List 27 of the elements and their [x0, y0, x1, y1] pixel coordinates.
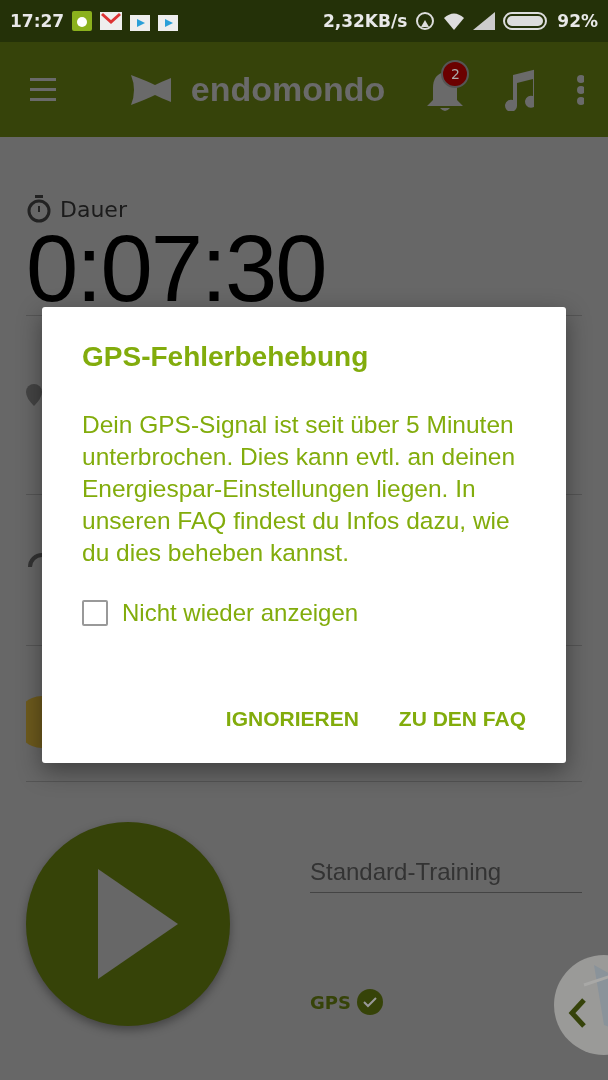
- app-logo: endomondo: [190, 70, 386, 109]
- pin-icon: [26, 384, 42, 406]
- map-button[interactable]: [554, 955, 608, 1055]
- logo-icon: [128, 72, 171, 107]
- sync-icon: [415, 11, 436, 31]
- stopwatch-icon: [26, 195, 52, 223]
- checkbox-label[interactable]: Nicht wieder anzeigen: [122, 599, 359, 627]
- battery-icon: [503, 11, 550, 31]
- duration-value: 0:07:30: [26, 223, 327, 315]
- play-icon: [98, 869, 178, 979]
- dialog-button[interactable]: IGNORIEREN: [225, 703, 359, 735]
- menu-icon[interactable]: [30, 77, 56, 102]
- dialog-message: Dein GPS-Signal ist seit über 5 Minuten unterbrochen. Dies kann evtl. an deinen Energiespar-Einstellungen liegen. In unseren FAQ findest du Infos dazu, wie du dies beheben kannst.: [82, 410, 517, 568]
- wifi-icon: [443, 12, 466, 30]
- app-notification-icon: [72, 11, 93, 31]
- network-speed: 2,32KB/s: [322, 11, 408, 31]
- dialog-title: GPS-Fehlerbehebung: [82, 341, 370, 373]
- status-time: 17:27: [10, 11, 65, 31]
- battery-percent: 92%: [557, 11, 598, 31]
- gps-label: GPS: [310, 991, 351, 1013]
- mail-icon: [100, 12, 123, 30]
- more-options-icon[interactable]: [575, 74, 584, 105]
- signal-icon: [473, 12, 496, 30]
- notification-badge: 2: [441, 59, 470, 88]
- duration-label: Dauer: [60, 196, 127, 222]
- checkbox[interactable]: [82, 600, 108, 626]
- dialog-button[interactable]: ZU DEN FAQ: [398, 703, 526, 735]
